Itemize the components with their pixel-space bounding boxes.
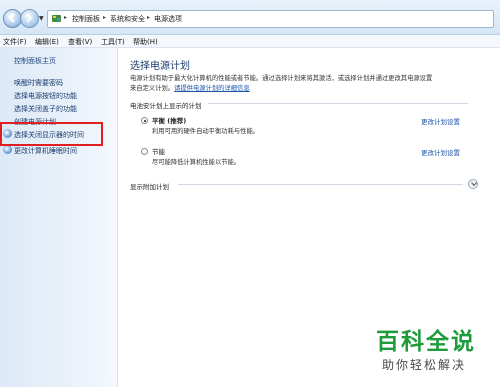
plan-details-link[interactable]: 请提供电源计划的详细信息 [174,85,250,92]
sidebar-item-sleep-time[interactable]: 更改计算机睡眠时间 [14,146,77,156]
menu-edit[interactable]: 编辑(E) [35,37,59,47]
plan-desc-balanced: 利用可用的硬件自动平衡功耗与性能。 [152,128,260,135]
breadcrumb-power-options[interactable]: 电源选项 [154,14,182,24]
address-bar[interactable]: ▸ 控制面板 ▸ 系统和安全 ▸ 电源选项 [47,10,494,28]
menu-help[interactable]: 帮助(H) [133,37,158,47]
plan-name-balanced[interactable]: 平衡 (推荐) [152,115,186,125]
watermark: 百科全说 助你轻松解决 [376,322,498,384]
plan-desc-power-saver: 尽可能降低计算机性能以节能。 [152,159,241,166]
arrow-left-icon [8,13,15,23]
breadcrumb-separator-icon: ▸ [64,14,68,21]
recent-pages-dropdown-icon[interactable]: ▼ [39,15,44,22]
breadcrumb-control-panel[interactable]: 控制面板 [72,14,100,24]
breadcrumb-separator-icon[interactable]: ▸ [147,14,150,21]
page-title: 选择电源计划 [130,61,190,72]
control-panel-icon [52,15,61,22]
radio-balanced[interactable] [141,117,148,124]
sidebar-item-lid-close[interactable]: 选择关闭盖子的功能 [14,104,77,114]
menu-file[interactable]: 文件(F) [3,37,27,47]
sidebar-item-control-panel-home[interactable]: 控制面板主页 [14,56,56,66]
menu-tools[interactable]: 工具(T) [101,37,125,47]
radio-power-saver[interactable] [141,148,148,155]
description-line-2: 来自定义计划。请提供电源计划的详细信息 [130,83,250,92]
section-divider [208,103,468,104]
description-prefix: 来自定义计划。 [130,85,175,92]
description-line-1: 电源计划有助于最大化计算机的性能或者节能。通过选择计划来将其激活，或选择计划并通… [130,75,433,82]
show-additional-plans-label[interactable]: 显示附加计划 [130,181,169,191]
menu-view[interactable]: 查看(V) [68,37,92,47]
change-plan-settings-balanced[interactable]: 更改计划设置 [421,116,460,126]
expand-button[interactable] [468,179,478,189]
sidebar-item-power-buttons[interactable]: 选择电源按钮的功能 [14,91,77,101]
watermark-title: 百科全说 [376,329,476,355]
highlight-box [0,122,103,146]
chevron-down-icon [470,182,477,187]
watermark-subtitle: 助你轻松解决 [382,358,467,372]
sidebar: 控制面板主页 唤醒时需要密码 选择电源按钮的功能 选择关闭盖子的功能 创建电源计… [0,48,118,387]
sleep-icon [3,145,12,154]
navigation-bar: ▼ ▸ 控制面板 ▸ 系统和安全 ▸ 电源选项 [0,0,500,35]
menu-bar: 文件(F) 编辑(E) 查看(V) 工具(T) 帮助(H) [0,35,500,48]
plan-name-power-saver[interactable]: 节能 [152,146,165,156]
section-divider [178,184,463,185]
section-label: 电池安计划上显示的计划 [130,102,202,110]
change-plan-settings-power-saver[interactable]: 更改计划设置 [421,147,460,157]
forward-button[interactable] [20,9,39,28]
arrow-right-icon [26,13,33,23]
sidebar-item-require-password[interactable]: 唤醒时需要密码 [14,78,63,88]
breadcrumb-system-security[interactable]: 系统和安全 [110,14,145,24]
breadcrumb-separator-icon[interactable]: ▸ [103,14,106,21]
